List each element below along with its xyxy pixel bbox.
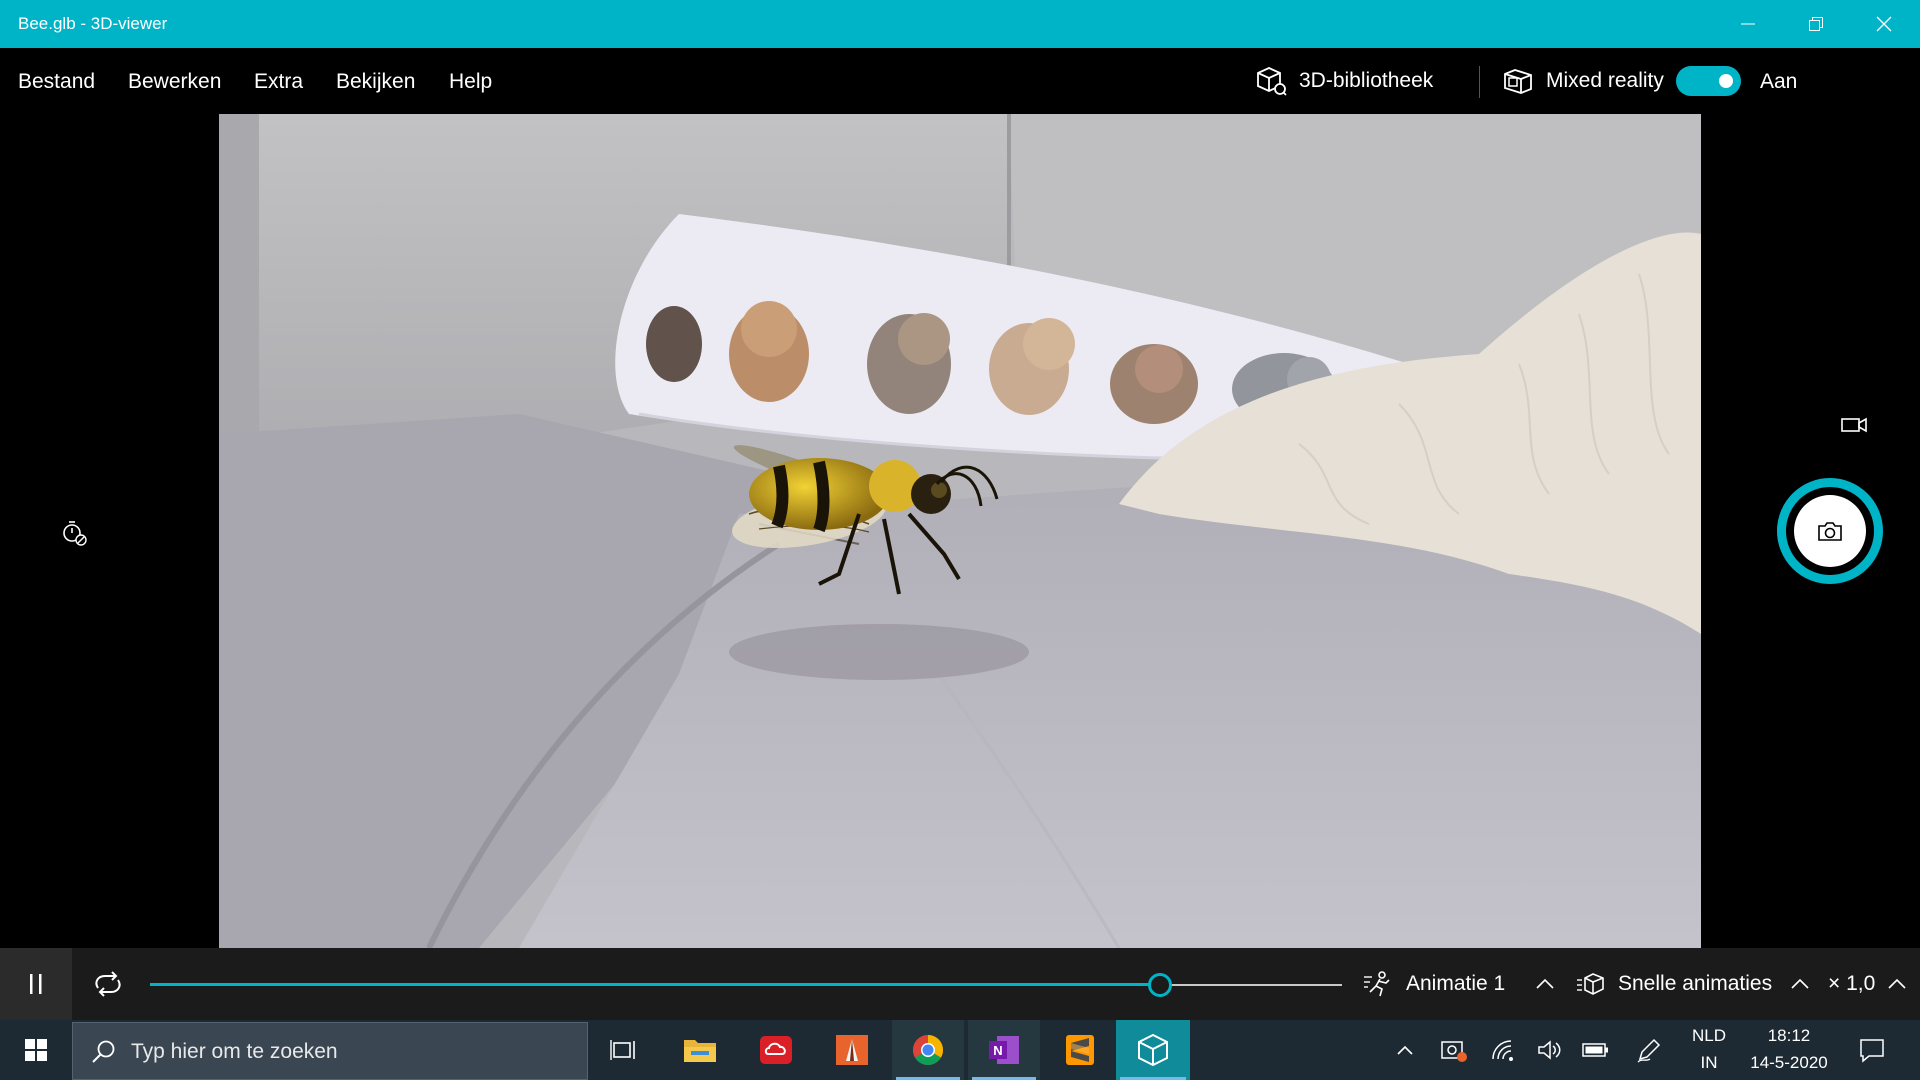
folder-icon — [684, 1040, 716, 1062]
quick-animations-icon — [1577, 973, 1604, 995]
clock-time[interactable]: 18:12 — [1744, 1026, 1834, 1046]
chrome-icon — [912, 1035, 944, 1066]
close-icon — [1876, 16, 1892, 32]
start-button[interactable] — [0, 1020, 72, 1080]
animation-name: Animatie 1 — [1406, 972, 1506, 995]
menu-bar: Bestand Bewerken Extra Bekijken Help 3D-… — [0, 48, 1920, 114]
taskbar-app-3d-viewer[interactable] — [1116, 1020, 1190, 1080]
animation-selector[interactable]: Animatie 1 — [1362, 968, 1555, 1000]
quick-animations-selector[interactable]: Snelle animaties — [1576, 968, 1810, 1000]
chevron-up-icon — [1397, 1045, 1413, 1055]
battery-icon — [1582, 1043, 1608, 1057]
paint-app-icon — [836, 1035, 868, 1065]
sublime-text-icon — [1066, 1035, 1094, 1065]
clock-date[interactable]: 14-5-2020 — [1744, 1053, 1834, 1073]
device-sync-icon — [1441, 1041, 1467, 1062]
notification-icon — [1860, 1039, 1884, 1063]
chevron-up-icon — [1536, 978, 1554, 989]
toggle-knob — [1719, 74, 1733, 88]
show-hidden-icons-button[interactable] — [1392, 1034, 1418, 1066]
3d-library-label: 3D-bibliotheek — [1299, 69, 1434, 92]
tray-pen[interactable] — [1636, 1034, 1662, 1066]
capture-inner — [1794, 495, 1866, 567]
search-icon — [92, 1040, 115, 1063]
wifi-icon — [1492, 1040, 1513, 1061]
taskbar-app-chrome[interactable] — [892, 1020, 964, 1080]
timeline-thumb[interactable] — [1147, 973, 1172, 997]
timeline-progress — [150, 983, 1160, 986]
taskbar-app-file-explorer[interactable] — [664, 1020, 736, 1080]
search-input[interactable] — [131, 1035, 571, 1069]
menu-bewerken[interactable]: Bewerken — [128, 70, 221, 94]
capture-photo-button[interactable] — [1777, 478, 1883, 584]
taskbar-app-sublime-text[interactable] — [1044, 1020, 1116, 1080]
close-button[interactable] — [1850, 0, 1918, 48]
3d-library-icon — [1257, 67, 1287, 96]
repeat-icon — [95, 971, 121, 997]
task-view-button[interactable] — [588, 1020, 660, 1080]
menu-help[interactable]: Help — [449, 70, 492, 94]
pause-icon — [30, 974, 42, 994]
mixed-reality-control[interactable]: Mixed reality — [1502, 64, 1664, 98]
input-language[interactable]: NLD — [1688, 1026, 1730, 1046]
speed-label: × 1,0 — [1828, 972, 1876, 995]
menu-bestand[interactable]: Bestand — [18, 70, 95, 94]
taskbar-app-paint[interactable] — [816, 1020, 888, 1080]
animation-bar: Animatie 1 Snelle animaties × 1,0 — [0, 948, 1920, 1020]
title-bar: Bee.glb - 3D-viewer — [0, 0, 1920, 48]
chevron-up-icon — [1888, 978, 1906, 989]
loop-button[interactable] — [90, 968, 126, 1000]
taskbar-search[interactable] — [72, 1022, 588, 1080]
menu-extra[interactable]: Extra — [254, 70, 303, 94]
toggle-state-label: Aan — [1760, 70, 1798, 93]
mixed-reality-toggle[interactable] — [1676, 66, 1741, 96]
timer-off-icon — [63, 521, 87, 546]
tray-volume[interactable] — [1536, 1034, 1562, 1066]
tray-network[interactable] — [1490, 1034, 1518, 1066]
input-mode[interactable]: IN — [1688, 1053, 1730, 1073]
tray-battery[interactable] — [1582, 1034, 1610, 1066]
video-mode-button[interactable] — [1840, 414, 1868, 436]
quick-animations-label: Snelle animaties — [1618, 972, 1773, 995]
3d-library-button[interactable]: 3D-bibliotheek — [1255, 64, 1433, 98]
restore-icon — [1809, 17, 1823, 31]
video-camera-icon — [1841, 417, 1867, 433]
taskbar-app-creative-cloud[interactable] — [740, 1020, 812, 1080]
taskbar: N — [0, 1020, 1920, 1080]
window-title: Bee.glb - 3D-viewer — [18, 14, 168, 33]
action-center-button[interactable] — [1856, 1034, 1888, 1066]
timer-button[interactable] — [60, 518, 90, 548]
menu-divider — [1479, 66, 1480, 98]
3d-viewer-icon — [1138, 1033, 1168, 1067]
restore-button[interactable] — [1782, 0, 1850, 48]
pen-icon — [1637, 1038, 1661, 1063]
camera-icon — [1818, 522, 1842, 541]
minimize-button[interactable] — [1714, 0, 1782, 48]
minimize-icon — [1741, 23, 1755, 25]
speaker-icon — [1538, 1040, 1561, 1060]
camera-scene[interactable] — [219, 114, 1701, 948]
menu-bekijken[interactable]: Bekijken — [336, 70, 415, 94]
camera-feed-image — [219, 114, 1701, 948]
creative-cloud-icon — [760, 1036, 792, 1064]
tray-meet-now[interactable] — [1440, 1034, 1468, 1066]
windows-logo-icon — [25, 1039, 47, 1061]
taskbar-app-onenote[interactable]: N — [968, 1020, 1040, 1080]
mixed-reality-icon — [1504, 69, 1532, 94]
mixed-reality-label: Mixed reality — [1546, 69, 1664, 92]
task-view-icon — [610, 1040, 635, 1060]
onenote-icon: N — [989, 1036, 1019, 1064]
viewport[interactable] — [0, 114, 1920, 948]
animation-timeline-slider[interactable] — [150, 973, 1342, 997]
chevron-up-icon — [1791, 978, 1809, 989]
svg-text:N: N — [993, 1043, 1002, 1058]
speed-selector[interactable]: × 1,0 — [1828, 968, 1907, 1000]
pause-button[interactable] — [0, 948, 72, 1020]
animation-icon — [1364, 971, 1390, 997]
